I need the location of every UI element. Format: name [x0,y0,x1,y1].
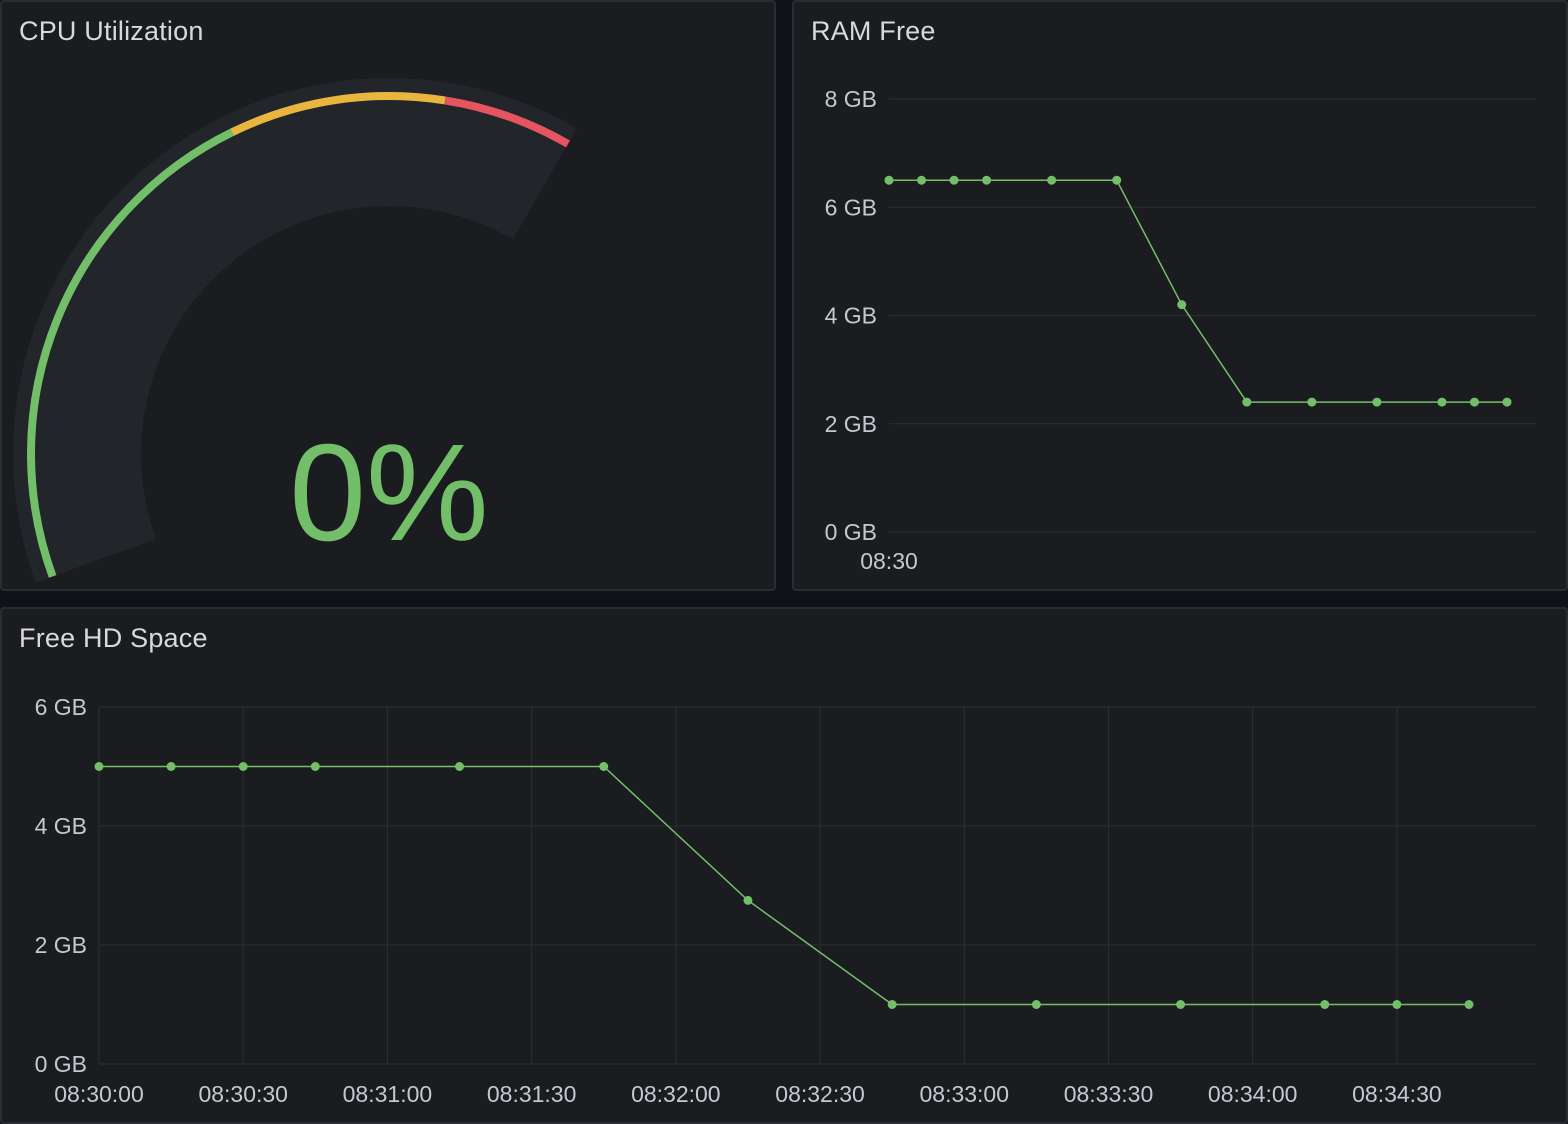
x-tick-label: 08:32:30 [775,1081,865,1107]
data-point[interactable] [238,762,248,771]
data-point[interactable] [917,175,927,185]
data-point[interactable] [1392,1000,1402,1009]
x-tick-label: 08:31:30 [487,1081,577,1107]
data-point[interactable] [1307,397,1317,407]
series-line [99,765,1469,1006]
x-tick-label: 08:30 [860,548,918,574]
x-tick-label: 08:30:30 [198,1081,288,1107]
ram-free-panel: RAM Free 0 GB 2 GB 4 GB 6 GB 8 GB 08:30 [792,0,1568,591]
y-tick-label: 2 GB [825,411,877,437]
data-point[interactable] [599,762,609,771]
x-tick-label: 08:33:30 [1064,1081,1154,1107]
free-hd-space-panel: Free HD Space 0 GB 2 GB 4 GB 6 GB 08:30:00 08… [0,607,1568,1124]
data-point[interactable] [949,175,959,185]
data-point[interactable] [887,1000,897,1009]
data-point[interactable] [884,175,894,185]
x-tick-label: 08:34:00 [1208,1081,1298,1107]
data-point[interactable] [166,762,176,771]
data-point[interactable] [1047,175,1057,185]
x-tick-label: 08:30:00 [54,1081,144,1107]
data-point[interactable] [1437,397,1447,407]
data-point[interactable] [1464,1000,1474,1009]
y-tick-label: 0 GB [825,519,877,545]
data-point[interactable] [1031,1000,1041,1009]
y-tick-label: 6 GB [825,194,877,220]
y-tick-label: 6 GB [35,694,87,720]
data-point[interactable] [1372,397,1382,407]
y-tick-label: 4 GB [35,813,87,839]
data-point[interactable] [1502,397,1512,407]
data-point[interactable] [1469,397,1479,407]
data-point[interactable] [1112,175,1122,185]
cpu-utilization-panel: CPU Utilization 0% [0,0,776,591]
x-tick-label: 08:31:00 [343,1081,433,1107]
data-point[interactable] [1320,1000,1330,1009]
free-hd-space-chart: 0 GB 2 GB 4 GB 6 GB 08:30:00 08:30:30 08:31:00… [35,694,1536,1107]
y-tick-label: 8 GB [825,86,877,112]
data-point[interactable] [94,762,104,771]
y-tick-label: 4 GB [825,303,877,329]
data-point[interactable] [1177,300,1187,310]
y-tick-label: 0 GB [35,1051,87,1077]
x-tick-label: 08:32:00 [631,1081,721,1107]
series-line [889,179,1507,403]
x-tick-label: 08:33:00 [919,1081,1009,1107]
ram-free-chart: 0 GB 2 GB 4 GB 6 GB 8 GB 08:30 [825,86,1536,574]
data-point[interactable] [743,895,753,905]
data-point[interactable] [310,762,320,771]
data-point[interactable] [455,762,465,771]
x-tick-label: 08:34:30 [1352,1081,1442,1107]
data-point[interactable] [982,175,992,185]
gauge-value-text: 0% [289,416,488,570]
data-point[interactable] [1242,397,1252,407]
y-tick-label: 2 GB [35,932,87,958]
cpu-gauge: 0% [13,78,577,583]
data-point[interactable] [1176,1000,1186,1009]
